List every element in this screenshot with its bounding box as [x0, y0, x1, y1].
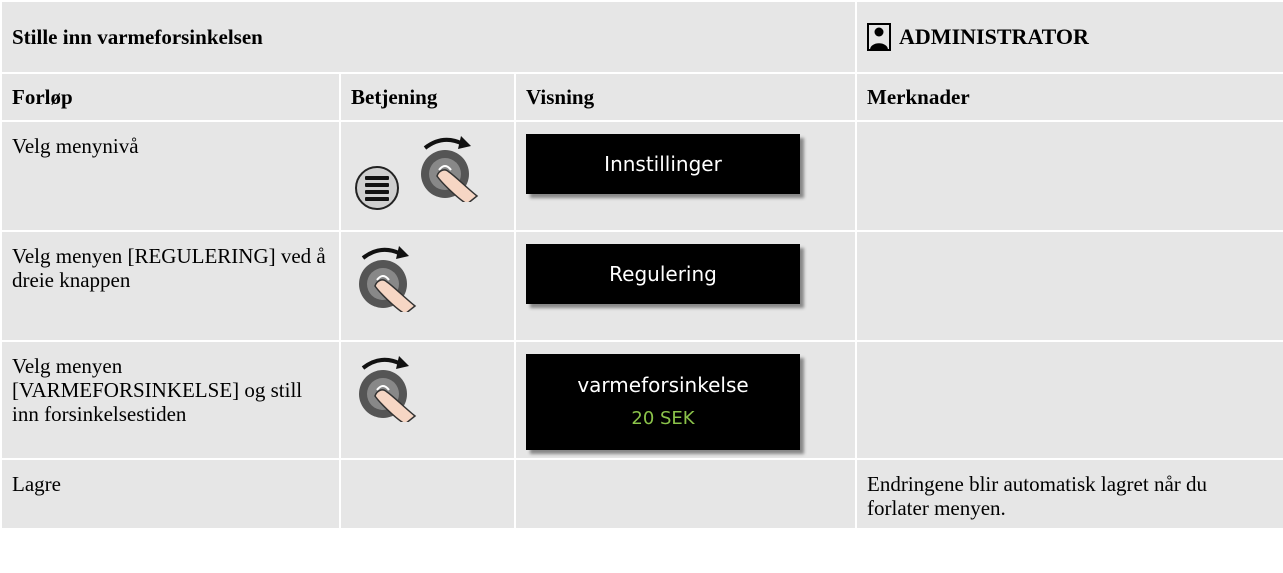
- table-row: Velg menyen [REGULERING] ved å dreie kna…: [0, 230, 1283, 342]
- rotary-knob-icon: [359, 246, 417, 312]
- person-icon: [867, 23, 892, 51]
- display-cell: Regulering: [513, 230, 858, 342]
- column-header-visning: Visning: [513, 72, 858, 122]
- note-cell: [855, 340, 1283, 460]
- display-cell: [513, 458, 858, 530]
- step-cell: Velg menyen [REGULERING] ved å dreie kna…: [0, 230, 341, 342]
- step-cell: Velg menynivå: [0, 120, 341, 232]
- display-screen: varmeforsinkelse 20 SEK: [526, 354, 800, 450]
- column-header-betjening: Betjening: [339, 72, 516, 122]
- display-cell: varmeforsinkelse 20 SEK: [513, 340, 858, 460]
- display-value: 20 SEK: [631, 408, 695, 429]
- table-row: Velg menynivå Innstillinger: [0, 120, 1283, 232]
- display-cell: Innstillinger: [513, 120, 858, 232]
- instruction-table: Stille inn varmeforsinkelsen ADMINISTRAT…: [0, 0, 1283, 530]
- rotary-knob-icon: [421, 136, 479, 202]
- display-text: Regulering: [609, 262, 717, 286]
- note-cell: Endringene blir automatisk lagret når du…: [855, 458, 1283, 530]
- display-screen: Innstillinger: [526, 134, 800, 194]
- menu-button-icon: [355, 166, 399, 210]
- table-row: Lagre Endringene blir automatisk lagret …: [0, 458, 1283, 530]
- page-title: Stille inn varmeforsinkelsen: [0, 0, 858, 74]
- step-cell: Velg menyen [VARMEFORSINKELSE] og still …: [0, 340, 341, 460]
- column-header-row: Forløp Betjening Visning Merknader: [0, 72, 1283, 122]
- role-label: ADMINISTRATOR: [899, 24, 1089, 49]
- operation-cell: [339, 120, 516, 232]
- operation-cell: [339, 230, 516, 342]
- title-row: Stille inn varmeforsinkelsen ADMINISTRAT…: [0, 0, 1283, 74]
- note-cell: [855, 230, 1283, 342]
- column-header-forlop: Forløp: [0, 72, 341, 122]
- operation-cell: [339, 458, 516, 530]
- instruction-table-container: Stille inn varmeforsinkelsen ADMINISTRAT…: [0, 0, 1283, 573]
- display-text: varmeforsinkelse: [577, 373, 749, 397]
- display-text: Innstillinger: [604, 152, 722, 176]
- note-cell: [855, 120, 1283, 232]
- rotary-knob-icon: [359, 356, 417, 422]
- column-header-merknader: Merknader: [855, 72, 1283, 122]
- display-screen: Regulering: [526, 244, 800, 304]
- operation-cell: [339, 340, 516, 460]
- table-row: Velg menyen [VARMEFORSINKELSE] og still …: [0, 340, 1283, 460]
- role-cell: ADMINISTRATOR: [855, 0, 1283, 74]
- step-cell: Lagre: [0, 458, 341, 530]
